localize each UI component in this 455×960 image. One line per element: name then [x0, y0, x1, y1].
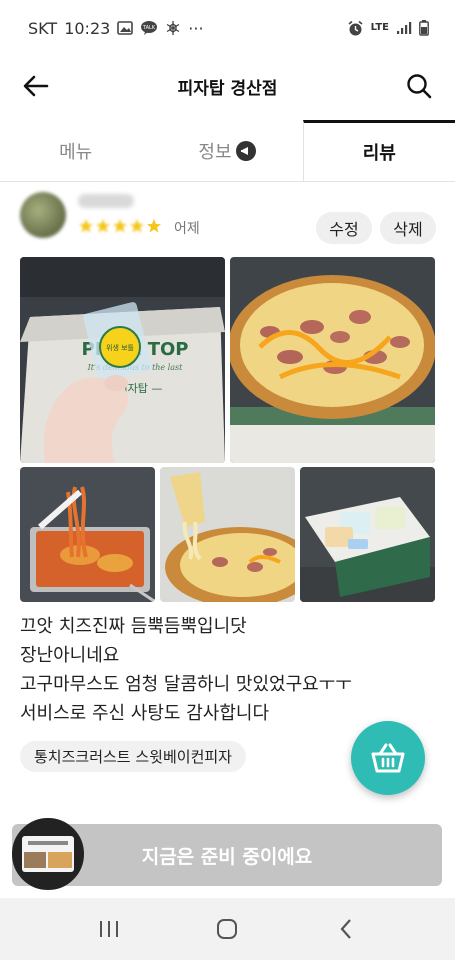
ordered-menu-tag[interactable]: 통치즈크러스트 스윗베이컨피자: [20, 741, 246, 772]
star-icon: [113, 219, 127, 233]
chevron-left-icon: [340, 919, 351, 939]
tab-menu-label: 메뉴: [59, 141, 93, 163]
status-right: LTE: [347, 20, 429, 37]
rating-stars: [78, 218, 162, 234]
star-icon: [79, 219, 93, 233]
order-button-label: 지금은 준비 중이에요: [141, 845, 313, 868]
review-photo-3[interactable]: [20, 467, 155, 602]
tab-reviews[interactable]: 리뷰: [302, 120, 455, 181]
signal-icon: [396, 21, 412, 35]
review-text-line: 고구마무스도 엄청 달콤하니 맛있었구요ㅜㅜ: [20, 674, 352, 695]
page-title: 피자탑 경산점: [177, 78, 278, 99]
snowflake-notification-icon: [165, 20, 181, 36]
home-button[interactable]: [202, 909, 252, 949]
svg-text:TALK: TALK: [142, 25, 156, 31]
tab-info-label: 정보: [198, 141, 232, 163]
alarm-icon: [347, 20, 364, 37]
tab-info[interactable]: 정보: [151, 120, 302, 181]
star-icon: [130, 219, 144, 233]
system-back-button[interactable]: [321, 909, 371, 949]
recent-apps-button[interactable]: [84, 909, 134, 949]
cart-button[interactable]: [351, 721, 425, 795]
review-date: 어제: [174, 221, 200, 237]
system-nav-bar: [0, 898, 455, 960]
status-bar: SKT 10:23 TALK ··· LTE: [0, 0, 455, 56]
review-text-line: 장난아니네요: [20, 645, 120, 666]
store-thumbnail[interactable]: [12, 818, 84, 890]
avatar[interactable]: [20, 192, 66, 238]
tab-bar: 메뉴 정보 리뷰: [0, 120, 455, 182]
photo-sticker-text: 위생 보틀: [106, 343, 135, 352]
recent-apps-icon: [100, 921, 119, 937]
tab-menu[interactable]: 메뉴: [0, 120, 151, 181]
username-blurred: [78, 194, 134, 208]
search-icon: [407, 74, 432, 99]
home-icon: [217, 919, 238, 939]
tab-reviews-label: 리뷰: [362, 143, 396, 164]
app-header: 피자탑 경산점: [0, 56, 455, 116]
review-text: 끄앗 치즈진짜 듬뿍듬뿍입니닷 장난아니네요 고구마무스도 엄청 달콤하니 맛있…: [20, 612, 435, 728]
network-type: LTE: [370, 22, 389, 33]
review-header: 어제 수정 삭제: [0, 186, 455, 250]
star-icon: [96, 219, 110, 233]
back-button[interactable]: [20, 70, 52, 102]
search-button[interactable]: [403, 70, 435, 102]
star-icon: [147, 219, 161, 233]
basket-icon: [371, 743, 405, 773]
review-photo-2[interactable]: [230, 257, 435, 463]
edit-review-button[interactable]: 수정: [316, 212, 372, 244]
clock: 10:23: [64, 18, 111, 38]
battery-icon: [419, 20, 429, 36]
review-photo-4[interactable]: [160, 467, 295, 602]
more-notifications: ···: [188, 18, 204, 38]
status-left: SKT 10:23 TALK ···: [28, 19, 204, 38]
review-photo-1[interactable]: PIZZA TOP It's delicious to the last 피자탑…: [20, 257, 225, 463]
info-announcement-icon: [235, 140, 256, 161]
talk-notification-icon: TALK: [140, 20, 158, 36]
delete-review-button[interactable]: 삭제: [380, 212, 436, 244]
back-arrow-icon: [23, 75, 49, 97]
review-text-line: 끄앗 치즈진짜 듬뿍듬뿍입니닷: [20, 616, 247, 637]
carrier-label: SKT: [28, 18, 58, 38]
gallery-notification-icon: [117, 21, 134, 35]
review-photo-5[interactable]: [300, 467, 435, 602]
